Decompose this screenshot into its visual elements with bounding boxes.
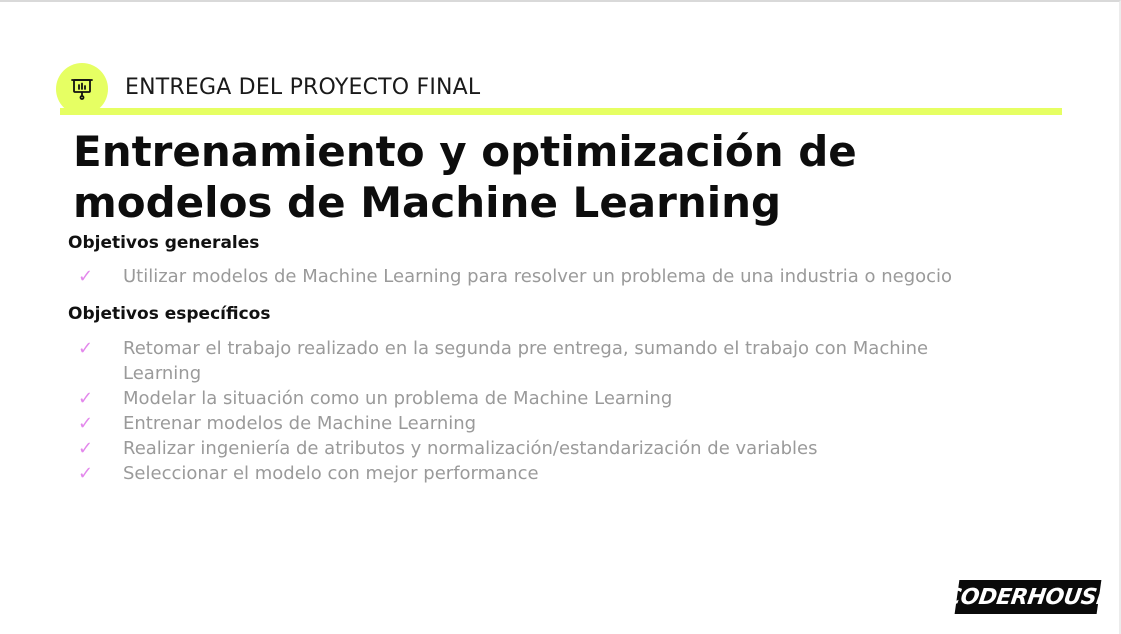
slide: ENTREGA DEL PROYECTO FINAL Entrenamiento… (0, 0, 1121, 634)
checkmark-icon: ✓ (78, 266, 94, 287)
list-item: ✓ Seleccionar el modelo con mejor perfor… (78, 461, 1003, 486)
list-item: ✓ Modelar la situación como un problema … (78, 386, 1003, 411)
section-badge (56, 63, 108, 115)
list-item: ✓ Retomar el trabajo realizado en la seg… (78, 336, 1003, 386)
list-item-text: Entrenar modelos de Machine Learning (123, 413, 477, 434)
header-accent-rule (60, 108, 1062, 115)
specific-objectives-heading: Objetivos específicos (68, 304, 271, 324)
general-objectives-list: ✓ Utilizar modelos de Machine Learning p… (78, 264, 1003, 289)
presentation-board-icon (71, 79, 93, 100)
list-item-text: Retomar el trabajo realizado en la segun… (123, 338, 929, 384)
list-item: ✓ Utilizar modelos de Machine Learning p… (78, 264, 1003, 289)
logo-text: CODERHOUSE (943, 584, 1113, 610)
checkmark-icon: ✓ (78, 463, 94, 484)
specific-objectives-list: ✓ Retomar el trabajo realizado en la seg… (78, 336, 1003, 486)
list-item-text: Seleccionar el modelo con mejor performa… (123, 463, 539, 484)
checkmark-icon: ✓ (78, 438, 94, 459)
list-item-text: Utilizar modelos de Machine Learning par… (123, 266, 953, 287)
general-objectives-heading: Objetivos generales (68, 233, 260, 253)
checkmark-icon: ✓ (78, 388, 94, 409)
page-title: Entrenamiento y optimización de modelos … (73, 126, 973, 228)
page-title-line-1: Entrenamiento y optimización de (73, 127, 857, 176)
list-item-text: Realizar ingeniería de atributos y norma… (123, 438, 818, 459)
section-label: ENTREGA DEL PROYECTO FINAL (125, 75, 481, 100)
list-item-text: Modelar la situación como un problema de… (123, 388, 673, 409)
page-title-line-2: modelos de Machine Learning (73, 178, 782, 227)
list-item: ✓ Realizar ingeniería de atributos y nor… (78, 436, 1003, 461)
checkmark-icon: ✓ (78, 413, 94, 434)
coderhouse-logo: CODERHOUSE (943, 580, 1113, 614)
checkmark-icon: ✓ (78, 338, 94, 359)
list-item: ✓ Entrenar modelos de Machine Learning (78, 411, 1003, 436)
